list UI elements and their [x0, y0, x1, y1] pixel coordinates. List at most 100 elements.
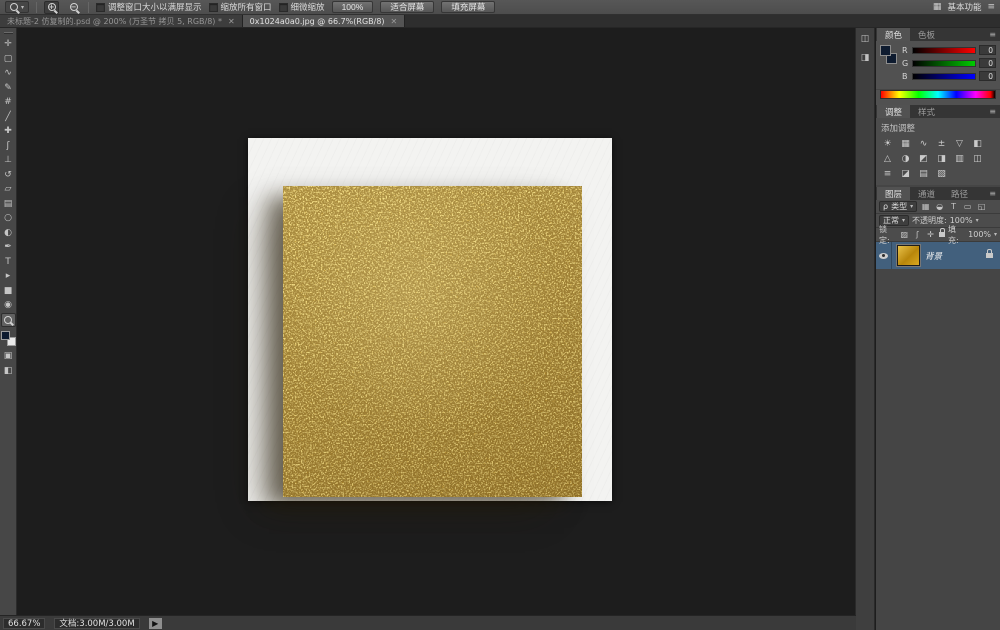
tab-channels[interactable]: 通道	[910, 187, 943, 200]
lock-transparent-pixels-icon[interactable]: ▨	[899, 230, 909, 239]
document-sizes-field[interactable]: 文档:3.00M/3.00M	[54, 617, 140, 629]
blue-channel-value[interactable]: 0	[979, 71, 996, 81]
panel-menu-icon[interactable]: ≡	[985, 187, 1000, 200]
tab-swatches[interactable]: 色板	[910, 28, 943, 41]
color-spectrum-ramp[interactable]	[880, 90, 996, 99]
zoom-in-mode-button[interactable]: +	[44, 0, 60, 14]
exposure-icon[interactable]: ±	[934, 137, 949, 150]
layer-visibility-cell[interactable]	[876, 242, 892, 269]
tab-layers[interactable]: 图层	[877, 187, 911, 200]
document-tab[interactable]: 未标题-2 仿复制的.psd @ 200% (万圣节 拷贝 5, RGB/8) …	[0, 15, 243, 27]
red-channel-slider[interactable]	[912, 46, 976, 54]
document-image-paper[interactable]	[248, 138, 612, 501]
fill-screen-button[interactable]: 填充屏幕	[441, 1, 496, 13]
green-channel-value[interactable]: 0	[979, 58, 996, 68]
tab-adjustments[interactable]: 调整	[877, 105, 911, 118]
type-tool[interactable]: T	[1, 255, 16, 269]
gradient-map-icon[interactable]: ▤	[916, 167, 931, 180]
filter-pixel-layers-icon[interactable]: ▦	[920, 202, 931, 211]
close-icon[interactable]: ✕	[228, 17, 235, 26]
posterize-icon[interactable]: ≡	[880, 167, 895, 180]
canvas-area[interactable]	[18, 28, 854, 615]
filter-type-layers-icon[interactable]: T	[948, 202, 959, 211]
zoom-out-mode-button[interactable]: −	[66, 1, 81, 14]
close-icon[interactable]: ✕	[391, 17, 398, 26]
tab-label: 0x1024a0a0.jpg @ 66.7%(RGB/8)	[249, 16, 385, 26]
filter-smart-objects-icon[interactable]: ◱	[976, 202, 987, 211]
photo-filter-icon[interactable]: ◩	[916, 152, 931, 165]
collapsed-properties-panel-icon[interactable]: ◨	[858, 51, 872, 64]
path-selection-tool[interactable]: ▸	[1, 269, 16, 283]
threshold-icon[interactable]: ◪	[898, 167, 913, 180]
vibrance-icon[interactable]: ▽	[952, 137, 967, 150]
gold-glitter-texture[interactable]	[283, 186, 582, 497]
actual-pixels-button[interactable]: 100%	[331, 1, 374, 13]
crop-tool[interactable]: #	[1, 95, 16, 109]
workspace-switcher[interactable]: 基本功能	[947, 1, 981, 13]
layer-filter-kind-select[interactable]: ρ 类型 ▾	[879, 201, 918, 212]
dodge-tool[interactable]: ◐	[1, 226, 16, 240]
foreground-color-swatch[interactable]	[0, 331, 10, 340]
color-balance-icon[interactable]: △	[880, 152, 895, 165]
panel-menu-icon[interactable]: ≡	[985, 28, 1000, 41]
healing-brush-tool[interactable]: ✚	[1, 124, 16, 138]
blue-channel-slider[interactable]	[912, 72, 976, 80]
lock-image-pixels-icon[interactable]: ʃ	[912, 230, 922, 239]
document-tab-bar: 未标题-2 仿复制的.psd @ 200% (万圣节 拷贝 5, RGB/8) …	[0, 15, 1000, 28]
tab-color[interactable]: 颜色	[877, 28, 911, 41]
tab-styles[interactable]: 样式	[910, 105, 943, 118]
lasso-tool[interactable]: ∿	[1, 66, 16, 80]
hue-saturation-icon[interactable]: ◧	[970, 137, 985, 150]
blur-tool[interactable]: ○	[1, 211, 16, 225]
panel-menu-icon[interactable]: ≡	[985, 105, 1000, 118]
lock-position-icon[interactable]: ✛	[925, 230, 935, 239]
rectangle-tool[interactable]: ■	[1, 284, 16, 298]
brush-tool[interactable]: ʃ	[1, 139, 16, 153]
document-tab-active[interactable]: 0x1024a0a0.jpg @ 66.7%(RGB/8) ✕	[242, 15, 406, 27]
collapsed-history-panel-icon[interactable]: ◫	[858, 32, 872, 45]
black-white-icon[interactable]: ◑	[898, 152, 913, 165]
screen-mode-button[interactable]: ◧	[1, 364, 16, 378]
foreground-color-swatch[interactable]	[880, 45, 891, 56]
pen-tool[interactable]: ✒	[1, 240, 16, 254]
curves-icon[interactable]: ∿	[916, 137, 931, 150]
zoom-percent-field[interactable]: 66.67%	[3, 617, 46, 629]
resize-windows-checkbox[interactable]	[96, 2, 106, 12]
selective-color-icon[interactable]: ▧	[934, 167, 949, 180]
channel-mixer-icon[interactable]: ◨	[934, 152, 949, 165]
gradient-tool[interactable]: ▤	[1, 197, 16, 211]
lock-all-icon[interactable]	[938, 228, 945, 237]
filter-shape-layers-icon[interactable]: ▭	[962, 202, 973, 211]
fit-screen-button[interactable]: 适合屏幕	[380, 1, 435, 13]
layer-list-empty-area[interactable]	[876, 269, 1000, 630]
zoom-tool[interactable]	[0, 312, 16, 327]
color-lookup-icon[interactable]: ▥	[952, 152, 967, 165]
panel-menu-icon[interactable]: ≡	[987, 2, 995, 12]
toolbox-grip[interactable]	[3, 32, 13, 34]
eraser-tool[interactable]: ▱	[1, 182, 16, 196]
layer-thumbnail[interactable]	[896, 244, 921, 267]
right-panel-dock: 颜色 色板 ≡ R 0 G 0 B 0 调整 样式 ≡ 添加调整 ☀ ▦ ∿ ±…	[876, 28, 1000, 630]
invert-icon[interactable]: ◫	[970, 152, 985, 165]
quick-selection-tool[interactable]: ✎	[1, 81, 16, 95]
status-options-arrow[interactable]: ▶	[148, 617, 162, 629]
tab-paths[interactable]: 路径	[943, 187, 976, 200]
green-channel-slider[interactable]	[912, 59, 976, 67]
history-brush-tool[interactable]: ↺	[1, 168, 16, 182]
fill-value[interactable]: 100%	[968, 230, 991, 239]
clone-stamp-tool[interactable]: ⊥	[1, 153, 16, 167]
scrubby-zoom-checkbox[interactable]	[278, 2, 288, 12]
zoom-all-windows-checkbox[interactable]	[208, 2, 218, 12]
eyedropper-tool[interactable]: ╱	[1, 110, 16, 124]
quick-mask-button[interactable]: ▣	[1, 349, 16, 363]
brightness-contrast-icon[interactable]: ☀	[880, 137, 895, 150]
layer-row-background[interactable]: 背景	[876, 242, 1000, 269]
hand-tool[interactable]: ◉	[1, 298, 16, 312]
move-tool[interactable]: ✛	[1, 37, 16, 51]
levels-icon[interactable]: ▦	[898, 137, 913, 150]
tool-preset-picker[interactable]: ▾	[5, 1, 30, 13]
red-channel-value[interactable]: 0	[979, 45, 996, 55]
color-panel-tabs: 颜色 色板 ≡	[876, 28, 1000, 41]
filter-adjustment-layers-icon[interactable]: ◒	[934, 202, 945, 211]
rectangular-marquee-tool[interactable]: ▢	[1, 52, 16, 66]
